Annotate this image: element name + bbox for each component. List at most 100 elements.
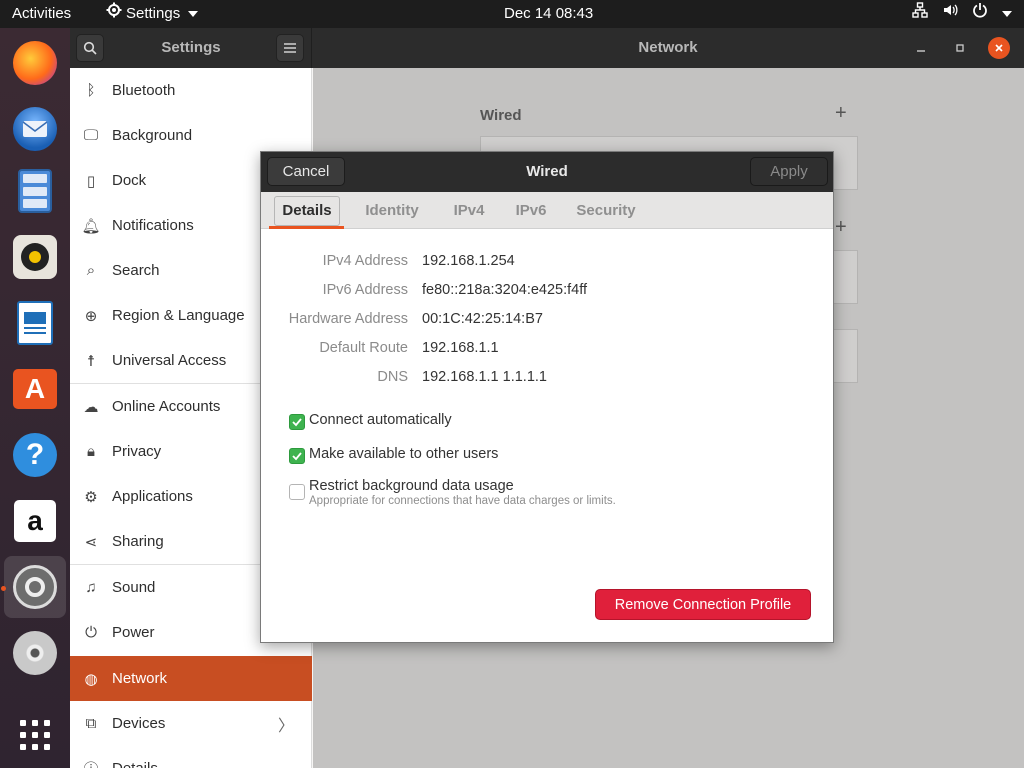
cancel-button[interactable]: Cancel [267,157,345,186]
chevron-right-icon: 〉 [277,717,294,735]
devices-icon: ⧉ [85,715,97,732]
close-icon [995,44,1003,52]
tab-label: Details [274,196,340,226]
sidebar-item-details[interactable]: ⓘ Details [70,746,312,768]
speaker-icon [13,235,57,279]
writer-launcher[interactable] [4,292,66,354]
connect-automatically-checkbox[interactable] [289,414,305,430]
checkmark-icon [292,452,302,461]
sidebar-headerbar: Settings [70,28,312,68]
document-icon [17,301,53,345]
maximize-button[interactable] [949,37,971,59]
thunderbird-launcher[interactable] [4,98,66,160]
sidebar-item-network[interactable]: ◍ Network [70,656,312,701]
chevron-down-icon [1002,11,1012,17]
sidebar-item-label: Online Accounts [112,398,221,415]
show-applications-button[interactable] [4,704,66,766]
files-launcher[interactable] [4,160,66,222]
detail-label: Hardware Address [288,311,408,327]
sidebar-item-label: Search [112,262,160,279]
firefox-launcher[interactable] [4,32,66,94]
available-to-others-option[interactable]: Make available to other users [289,446,498,464]
menu-button[interactable] [276,34,304,62]
applications-icon: ⚙ [84,488,98,506]
add-vpn-icon[interactable]: + [835,216,847,239]
help-launcher[interactable]: ? [4,424,66,486]
detail-value: fe80::218a:3204:e425:f4ff [422,282,588,298]
tab-ipv6[interactable]: IPv6 [509,192,553,229]
sidebar-item-label: Sound [112,579,156,596]
sidebar-item-label: Universal Access [112,352,227,369]
option-description: Appropriate for connections that have da… [309,495,616,507]
music-note-icon: ♫ [85,579,97,596]
app-menu[interactable]: Settings [106,0,199,28]
minimize-button[interactable] [910,37,932,59]
dialog-headerbar: Cancel Wired Apply [261,152,833,192]
add-wired-icon[interactable]: + [835,102,847,125]
detail-value: 192.168.1.1 1.1.1.1 [422,369,547,385]
detail-row-ipv4: IPv4 Address 192.168.1.254 [261,253,833,273]
sidebar-item-label: Bluetooth [112,82,176,99]
app-grid-icon [20,720,50,750]
detail-label: IPv4 Address [322,253,408,269]
sidebar-item-label: Devices [112,715,166,732]
disc-launcher[interactable] [4,622,66,684]
hamburger-icon [284,43,296,53]
thunderbird-icon [13,107,57,151]
lock-icon: 🔒︎ [87,443,95,460]
dialog-title: Wired [526,163,568,180]
sidebar-item-label: Sharing [112,533,164,550]
option-label: Connect automatically [309,412,452,428]
option-label: Make available to other users [309,446,499,462]
amazon-launcher[interactable]: a [4,490,66,552]
detail-value: 00:1C:42:25:14:B7 [422,311,543,327]
globe-icon: ⊕ [84,307,98,325]
minimize-icon [917,50,925,52]
help-icon: ? [13,433,57,477]
detail-row-default-route: Default Route 192.168.1.1 [261,340,833,360]
detail-value: 192.168.1.1 [422,340,499,356]
clock[interactable]: Dec 14 08:43 [504,0,593,28]
sidebar-item-label: Region & Language [112,307,245,324]
wired-section-label: Wired [480,107,522,124]
network-globe-icon: ◍ [84,670,98,688]
sidebar-item-bluetooth[interactable]: ᛒ Bluetooth [70,68,312,113]
firefox-icon [13,41,57,85]
sidebar-item-label: Details [112,760,158,768]
info-icon: ⓘ [70,758,112,768]
sidebar-item-label: Network [112,670,168,687]
apply-button[interactable]: Apply [750,157,828,186]
close-button[interactable] [988,37,1010,59]
tab-ipv4[interactable]: IPv4 [447,192,491,229]
app-menu-label: Settings [126,5,181,22]
sidebar-item-devices[interactable]: ⧉ Devices 〉 [70,701,312,746]
restrict-background-checkbox[interactable] [289,484,305,500]
chevron-down-icon [188,11,199,17]
tab-identity[interactable]: Identity [357,192,427,229]
software-launcher[interactable]: A [4,358,66,420]
rhythmbox-launcher[interactable] [4,226,66,288]
activities-button[interactable]: Activities [12,0,71,28]
sidebar-item-label: Power [112,624,155,641]
dock-icon: ▯ [86,172,96,190]
content-headerbar: Network [312,28,1024,68]
sidebar-item-label: Privacy [112,443,162,460]
detail-value: 192.168.1.254 [422,253,515,269]
power-icon: ⏻ [85,624,97,641]
detail-label: DNS [377,369,408,385]
detail-row-hardware: Hardware Address 00:1C:42:25:14:B7 [261,311,833,331]
dialog-tabs: Details Identity IPv4 IPv6 Security [261,192,833,229]
connect-automatically-option[interactable]: Connect automatically [289,412,452,430]
top-bar: Activities Settings Dec 14 08:43 [0,0,1024,28]
bell-icon: 🔔︎ [81,217,101,235]
sidebar-item-label: Background [112,127,193,144]
tab-details[interactable]: Details [271,192,343,229]
settings-launcher[interactable] [4,556,66,618]
system-tray[interactable] [912,0,1012,28]
available-to-others-checkbox[interactable] [289,448,305,464]
disc-icon [13,631,57,675]
tab-security[interactable]: Security [573,192,639,229]
restrict-background-option[interactable]: Restrict background data usage Appropria… [289,478,616,507]
remove-connection-profile-button[interactable]: Remove Connection Profile [595,589,811,620]
option-label: Restrict background data usage [309,478,514,494]
